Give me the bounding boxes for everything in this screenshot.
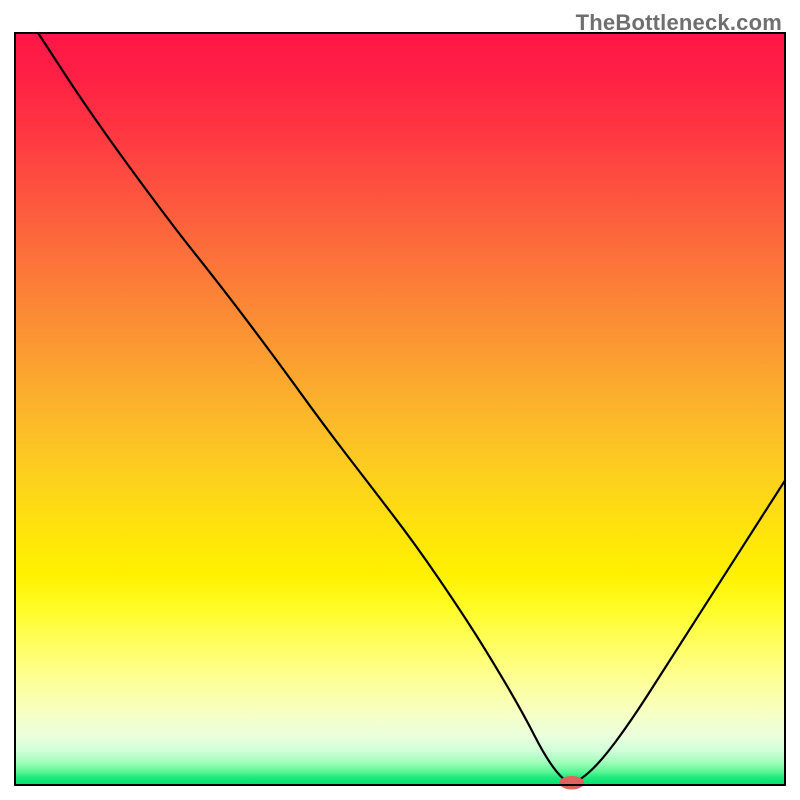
watermark-text: TheBottleneck.com [576, 10, 782, 36]
chart-container: TheBottleneck.com [0, 0, 800, 800]
gradient-background [15, 33, 785, 785]
bottleneck-chart [0, 0, 800, 800]
marker-point [559, 776, 584, 790]
